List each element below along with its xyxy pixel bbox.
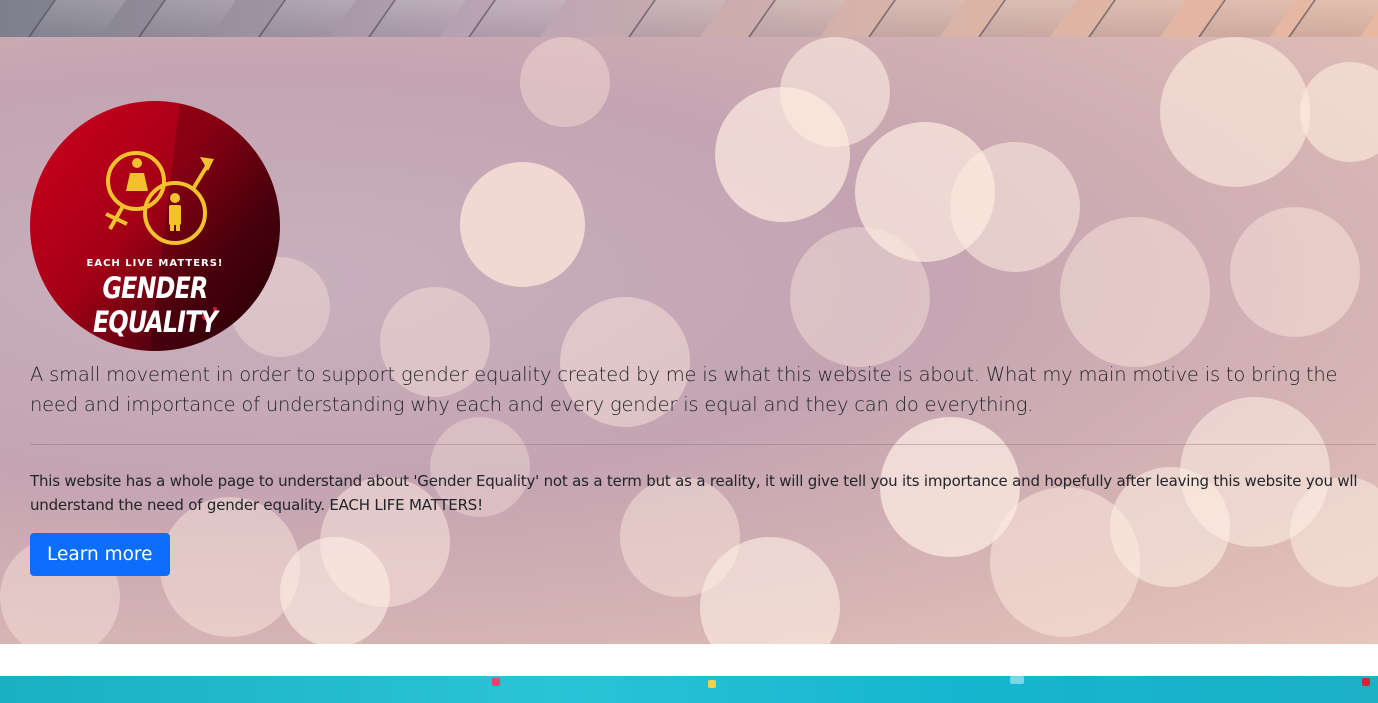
bottom-banner-image: [0, 676, 1378, 703]
hero-body-text: This website has a whole page to underst…: [30, 472, 1358, 514]
hero-lead-text: A small movement in order to support gen…: [30, 363, 1338, 416]
hero-section: EACH LIVE MATTERS! GENDER EQUALITY A sma…: [0, 37, 1378, 644]
gender-equality-logo: EACH LIVE MATTERS! GENDER EQUALITY: [30, 101, 280, 351]
logo-brand-text: GENDER EQUALITY: [93, 271, 218, 339]
logo-tagline: EACH LIVE MATTERS!: [86, 258, 224, 269]
top-banner-image: [0, 0, 1378, 37]
divider: [30, 444, 1376, 445]
hero-content: EACH LIVE MATTERS! GENDER EQUALITY A sma…: [30, 101, 1376, 576]
learn-more-button[interactable]: Learn more: [30, 533, 170, 576]
